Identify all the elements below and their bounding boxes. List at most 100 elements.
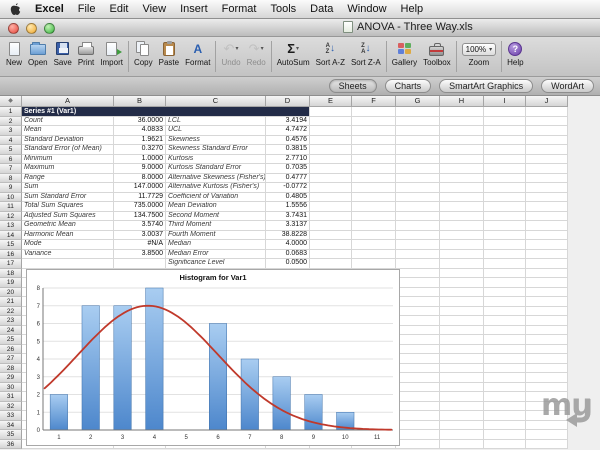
cell-B11[interactable]: 735.0000 (114, 202, 166, 212)
cell-H5[interactable] (440, 145, 484, 155)
menu-format[interactable]: Format (222, 3, 257, 15)
cell-I5[interactable] (484, 145, 526, 155)
cell-C13[interactable]: Third Moment (166, 221, 266, 231)
cell-B3[interactable]: 4.0833 (114, 126, 166, 136)
cell-H18[interactable] (440, 269, 484, 279)
column-header-D[interactable]: D (266, 96, 310, 107)
cell-A1-series-header[interactable]: Series #1 (Var1) (22, 107, 310, 117)
cell-G22[interactable] (396, 307, 440, 317)
cell-H32[interactable] (440, 402, 484, 412)
cell-G17[interactable] (396, 259, 440, 269)
cell-H21[interactable] (440, 297, 484, 307)
cell-G6[interactable] (396, 155, 440, 165)
row-header-30[interactable]: 30 (0, 383, 22, 393)
cell-I25[interactable] (484, 335, 526, 345)
cell-E10[interactable] (310, 193, 352, 203)
row-header-13[interactable]: 13 (0, 221, 22, 231)
cell-J5[interactable] (526, 145, 568, 155)
cell-G14[interactable] (396, 231, 440, 241)
cell-B9[interactable]: 147.0000 (114, 183, 166, 193)
cell-F4[interactable] (352, 136, 396, 146)
cell-E1[interactable] (310, 107, 352, 117)
cell-I27[interactable] (484, 354, 526, 364)
histogram-chart[interactable]: Histogram for Var1 012345678123456789101… (26, 269, 400, 446)
cell-H29[interactable] (440, 373, 484, 383)
cell-C2[interactable]: LCL (166, 117, 266, 127)
cell-B14[interactable]: 3.0037 (114, 231, 166, 241)
cell-H13[interactable] (440, 221, 484, 231)
row-header-6[interactable]: 6 (0, 155, 22, 165)
cell-I33[interactable] (484, 411, 526, 421)
cell-E6[interactable] (310, 155, 352, 165)
column-header-G[interactable]: G (396, 96, 440, 107)
cell-I19[interactable] (484, 278, 526, 288)
cell-J15[interactable] (526, 240, 568, 250)
cell-D4[interactable]: 0.4576 (266, 136, 310, 146)
row-header-33[interactable]: 33 (0, 411, 22, 421)
row-header-2[interactable]: 2 (0, 117, 22, 127)
cell-J17[interactable] (526, 259, 568, 269)
cell-B4[interactable]: 1.9621 (114, 136, 166, 146)
column-header-H[interactable]: H (440, 96, 484, 107)
cell-D16[interactable]: 0.0683 (266, 250, 310, 260)
cell-I17[interactable] (484, 259, 526, 269)
row-header-18[interactable]: 18 (0, 269, 22, 279)
cell-I6[interactable] (484, 155, 526, 165)
column-header-J[interactable]: J (526, 96, 568, 107)
cell-J18[interactable] (526, 269, 568, 279)
cell-H20[interactable] (440, 288, 484, 298)
column-header-F[interactable]: F (352, 96, 396, 107)
cell-G30[interactable] (396, 383, 440, 393)
cell-C3[interactable]: UCL (166, 126, 266, 136)
row-header-28[interactable]: 28 (0, 364, 22, 374)
cell-J3[interactable] (526, 126, 568, 136)
gallery-tab-wordart[interactable]: WordArt (541, 79, 594, 93)
row-header-35[interactable]: 35 (0, 430, 22, 440)
cell-E17[interactable] (310, 259, 352, 269)
cell-I14[interactable] (484, 231, 526, 241)
cell-E12[interactable] (310, 212, 352, 222)
cell-B8[interactable]: 8.0000 (114, 174, 166, 184)
cell-I9[interactable] (484, 183, 526, 193)
toolbar-paste-button[interactable]: Paste (156, 39, 182, 68)
cell-G31[interactable] (396, 392, 440, 402)
cell-D14[interactable]: 38.8228 (266, 231, 310, 241)
gallery-tab-smartart-graphics[interactable]: SmartArt Graphics (439, 79, 533, 93)
cell-A3[interactable]: Mean (22, 126, 114, 136)
row-header-1[interactable]: 1 (0, 107, 22, 117)
cell-E15[interactable] (310, 240, 352, 250)
row-header-8[interactable]: 8 (0, 174, 22, 184)
cell-F14[interactable] (352, 231, 396, 241)
cell-C17[interactable]: Significance Level (166, 259, 266, 269)
cell-E13[interactable] (310, 221, 352, 231)
cell-H19[interactable] (440, 278, 484, 288)
cell-G4[interactable] (396, 136, 440, 146)
cell-A16[interactable]: Variance (22, 250, 114, 260)
cell-F16[interactable] (352, 250, 396, 260)
cell-I23[interactable] (484, 316, 526, 326)
cell-I4[interactable] (484, 136, 526, 146)
cell-F9[interactable] (352, 183, 396, 193)
cell-J26[interactable] (526, 345, 568, 355)
cell-J12[interactable] (526, 212, 568, 222)
cell-I11[interactable] (484, 202, 526, 212)
toolbar-redo-button[interactable]: ↷▾Redo (244, 39, 269, 68)
cell-J7[interactable] (526, 164, 568, 174)
cell-I21[interactable] (484, 297, 526, 307)
cell-H12[interactable] (440, 212, 484, 222)
cell-I32[interactable] (484, 402, 526, 412)
cell-G26[interactable] (396, 345, 440, 355)
cell-J1[interactable] (526, 107, 568, 117)
row-header-9[interactable]: 9 (0, 183, 22, 193)
cell-D10[interactable]: 0.4805 (266, 193, 310, 203)
cell-C4[interactable]: Skewness (166, 136, 266, 146)
cell-D5[interactable]: 0.3815 (266, 145, 310, 155)
cell-J16[interactable] (526, 250, 568, 260)
cell-H6[interactable] (440, 155, 484, 165)
toolbar-format-button[interactable]: AFormat (182, 39, 213, 68)
cell-I15[interactable] (484, 240, 526, 250)
cell-G25[interactable] (396, 335, 440, 345)
row-header-4[interactable]: 4 (0, 136, 22, 146)
cell-H35[interactable] (440, 430, 484, 440)
cell-A7[interactable]: Maximum (22, 164, 114, 174)
